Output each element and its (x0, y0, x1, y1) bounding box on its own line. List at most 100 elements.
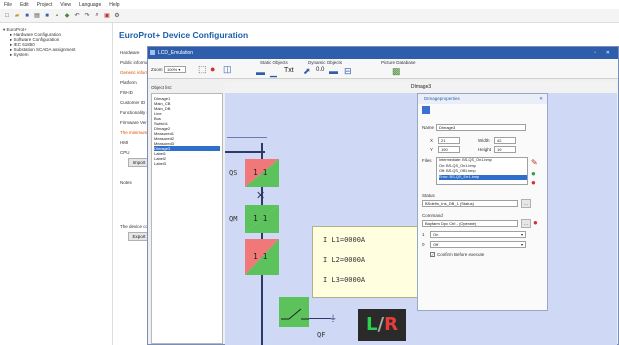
files-list[interactable]: Intermediate: BS-QS_On1.bmp On: BS-QS_On… (436, 157, 528, 185)
new-icon[interactable]: □ (3, 12, 11, 20)
width-field[interactable]: 42 (494, 137, 516, 144)
cut-icon[interactable]: ■ (43, 12, 51, 20)
menu-bar: File Edit Project View Language Help (0, 0, 619, 9)
properties-title-bar: DImageproperties ✕ (418, 94, 547, 104)
value-tool-icon[interactable]: 0.0 (316, 67, 324, 73)
local-remote-indicator[interactable]: L/R (358, 309, 406, 341)
paste-icon[interactable]: ◆ (63, 12, 71, 20)
close-icon[interactable]: ✕ (606, 47, 610, 59)
label-qs: QS (229, 169, 238, 177)
zoom-select[interactable]: 100% ▾ (164, 66, 186, 73)
menu-help[interactable]: Help (109, 2, 119, 8)
ground-line (309, 318, 331, 319)
text-tool-icon[interactable]: Txt (284, 67, 294, 74)
main-toolbar: □ ▰ ■ ▤ ■ ▪ ◆ ↶ ↷ ⌕ ▣ ⚙ (0, 9, 619, 23)
measurement-line: I L3=0000A (323, 276, 366, 284)
breaker-image[interactable] (279, 297, 309, 327)
zoom-icon[interactable]: ▣ (103, 12, 111, 20)
measurement-line: I L2=0000A (323, 256, 366, 264)
object-list[interactable]: DImage1 Main_CB Main_DB Line Bus Switch1… (151, 93, 223, 344)
list-item[interactable]: Label3 (154, 161, 220, 166)
name-field[interactable]: DImage3 (436, 124, 526, 131)
measurement-panel[interactable]: I L1=0000A I L2=0000A I L3=0000A (312, 226, 419, 298)
x-field[interactable]: 21 (438, 137, 460, 144)
measurement-line: I L1=0000A (323, 236, 366, 244)
confirm-checkbox[interactable]: ✓ (430, 252, 435, 257)
cell-value: 1 1 (253, 168, 268, 177)
breaker-icon (281, 308, 309, 320)
remove-file-icon[interactable]: ● (531, 178, 536, 187)
remove-command-icon[interactable]: ● (533, 218, 538, 227)
print-icon[interactable]: ▤ (33, 12, 41, 20)
zoom-label: Zoom (151, 67, 163, 72)
dialog-toolbar: Zoom 100% ▾ ⬚ ● ◫ Static Objects ▬ ▁ Txt… (148, 59, 618, 79)
menu-edit[interactable]: Edit (20, 2, 29, 8)
browse-status-button[interactable]: … (521, 199, 531, 208)
group-dynamic: Dynamic Objects (308, 60, 343, 65)
menu-file[interactable]: File (4, 2, 12, 8)
bar-tool-icon[interactable]: ▬ (329, 66, 338, 76)
app-icon (150, 50, 155, 55)
restore-icon[interactable]: ▫ (594, 47, 596, 59)
objlist-label: Object list: (151, 85, 173, 90)
image-properties-panel: DImageproperties ✕ Name DImage3 X 21 Wid… (417, 93, 548, 311)
open-icon[interactable]: ▰ (13, 12, 21, 20)
dialog-title-bar: LCD_Emulation ▫ ✕ (148, 47, 618, 59)
undo-icon[interactable]: ↶ (73, 12, 81, 20)
device-status-label: The device con (120, 224, 151, 229)
files-label: Files (422, 158, 432, 163)
qm-switch-image[interactable]: 1 1 (245, 205, 279, 233)
notes-label: Notes (120, 180, 132, 185)
qf-switch-image[interactable]: 1 1 (245, 239, 279, 275)
frame-icon[interactable]: ◫ (223, 64, 232, 75)
status-label: Status (422, 193, 435, 198)
tree-item[interactable]: ▸ System (3, 52, 109, 57)
y-label: Y (430, 147, 434, 152)
height-field[interactable]: 19 (494, 146, 516, 153)
remote-letter: R (384, 314, 398, 335)
qs-switch-image[interactable]: 1 1 (245, 159, 279, 187)
command-field[interactable]: Bayfarm Dpc Ctrl - (Operate) (422, 220, 518, 227)
off-index-label: 0 (422, 242, 425, 247)
local-letter: L (366, 314, 378, 335)
add-file-icon[interactable]: ● (531, 169, 536, 178)
dynamic-image-icon[interactable]: ⬈ (303, 66, 311, 77)
busbar (225, 151, 265, 153)
switch-tool-icon[interactable]: ⊟ (344, 66, 352, 77)
x-label: X (430, 138, 434, 143)
on-select[interactable]: On ▾ (430, 231, 526, 238)
on-index-label: 1 (422, 232, 425, 237)
y-field[interactable]: 190 (438, 146, 460, 153)
status-field[interactable]: BSdefin_Ins_DB_1 (Status) (422, 200, 518, 207)
cell-value: 1 1 (253, 252, 268, 261)
edit-file-icon[interactable]: ✎ (531, 158, 538, 167)
delete-icon[interactable]: ● (210, 64, 215, 74)
close-icon[interactable]: ✕ (539, 94, 543, 104)
label-qf: QF (317, 331, 326, 339)
lcd-emulation-dialog: LCD_Emulation ▫ ✕ Zoom 100% ▾ ⬚ ● ◫ Stat… (147, 46, 619, 345)
project-tree: ▾ EuroProt+ ▸ Hardware Configuration ▸ S… (0, 23, 113, 345)
picture-database-icon[interactable]: ▩ (392, 66, 401, 77)
line-tool-icon[interactable]: ▁ (270, 67, 277, 78)
list-item[interactable]: Error: BS-QS_Err1.bmp (439, 174, 527, 180)
group-static: Static Objects (260, 60, 288, 65)
canvas-header: DImage3 (225, 82, 617, 93)
ground-icon: ⏚ (329, 314, 337, 323)
settings-icon[interactable]: ⚙ (113, 12, 121, 20)
menu-view[interactable]: View (60, 2, 71, 8)
find-icon[interactable]: ⌕ (93, 12, 101, 20)
rectangle-tool-icon[interactable]: ▬ (256, 67, 265, 77)
pointer-icon[interactable]: ⬚ (198, 64, 207, 75)
confirm-label: Confirm Before execute (437, 252, 485, 257)
copy-icon[interactable]: ▪ (53, 12, 61, 20)
page-title: EuroProt+ Device Configuration (119, 30, 249, 40)
cell-value: 1 1 (253, 214, 268, 223)
save-icon[interactable]: ■ (23, 12, 31, 20)
redo-icon[interactable]: ↷ (83, 12, 91, 20)
group-picture: Picture Database (381, 60, 416, 65)
menu-language[interactable]: Language (79, 2, 101, 8)
label-qm: QM (229, 215, 238, 223)
browse-command-button[interactable]: … (521, 219, 531, 228)
menu-project[interactable]: Project (37, 2, 53, 8)
off-select[interactable]: Off ▾ (430, 241, 526, 248)
